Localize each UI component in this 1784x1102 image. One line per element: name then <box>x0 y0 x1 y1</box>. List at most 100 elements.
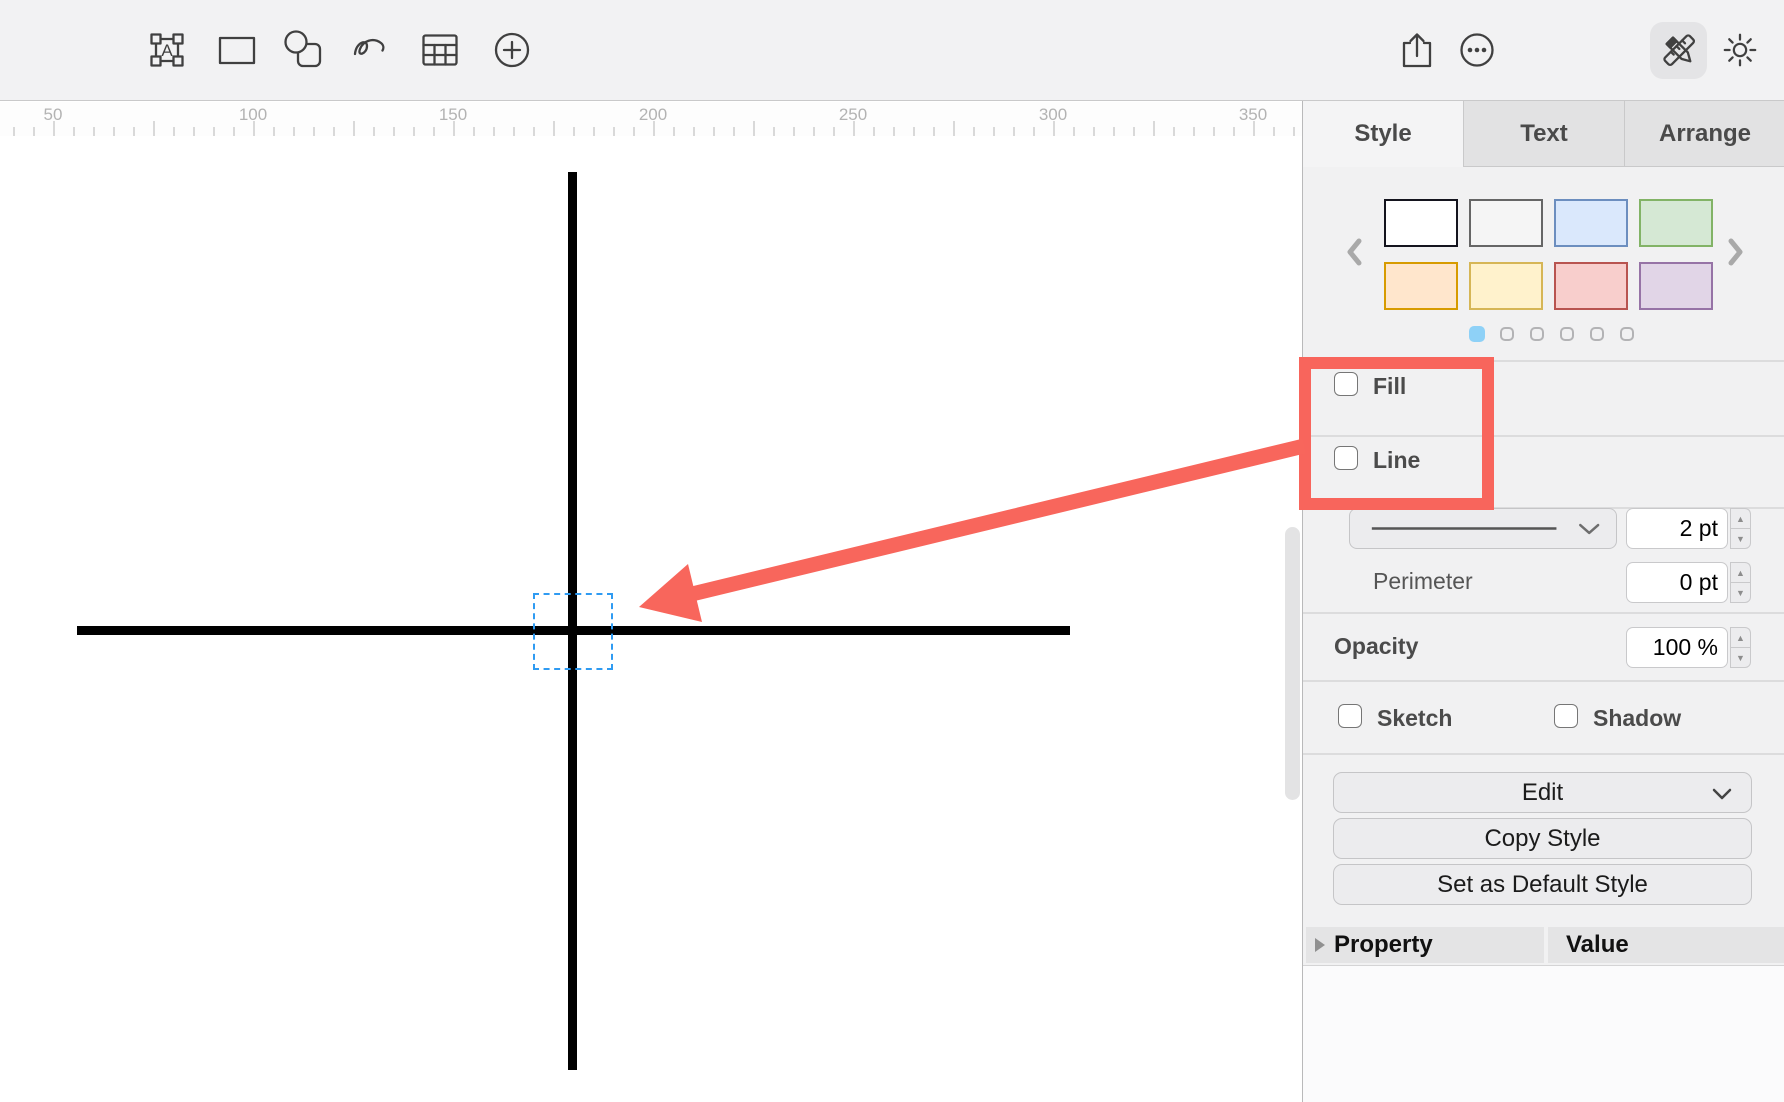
ruler-tick <box>573 127 575 136</box>
format-panel: Style Text Arrange Fill Line 2 pt ▲▼ <box>1302 101 1784 1102</box>
ruler-tick <box>1093 127 1095 136</box>
swatch-page-dot-2[interactable] <box>1500 327 1514 341</box>
ruler-tick <box>273 127 275 136</box>
ruler-tick <box>393 127 395 136</box>
ruler-tick <box>533 127 535 136</box>
ruler-tick <box>733 127 735 136</box>
svg-text:A: A <box>161 41 173 60</box>
style-swatch-blue[interactable] <box>1554 199 1628 247</box>
ruler-tick <box>1133 127 1135 136</box>
ruler-tick <box>73 127 75 136</box>
ruler-tick <box>913 127 915 136</box>
swatch-page-dot-3[interactable] <box>1530 327 1544 341</box>
properties-empty-area <box>1303 965 1784 1102</box>
line-width-stepper[interactable]: ▲▼ <box>1730 508 1751 549</box>
style-swatch-white[interactable] <box>1384 199 1458 247</box>
share-icon[interactable] <box>1397 30 1437 70</box>
style-swatch-gray[interactable] <box>1469 199 1543 247</box>
ruler-tick <box>33 127 35 136</box>
ruler-tick <box>233 127 235 136</box>
style-swatch-green[interactable] <box>1639 199 1713 247</box>
opacity-input[interactable]: 100 % <box>1626 627 1728 668</box>
ruler-tick <box>1233 127 1235 136</box>
opacity-label: Opacity <box>1334 633 1418 660</box>
swatch-next-icon[interactable] <box>1723 237 1747 267</box>
perimeter-label: Perimeter <box>1373 568 1473 595</box>
ruler-tick <box>513 127 515 136</box>
ruler-tick <box>1033 127 1035 136</box>
tab-text[interactable]: Text <box>1464 101 1625 167</box>
appearance-icon[interactable] <box>1720 30 1760 70</box>
ruler-tick <box>1073 127 1075 136</box>
ruler-tick <box>753 121 755 136</box>
ruler-tick <box>353 121 355 136</box>
ruler-tick <box>293 127 295 136</box>
swatch-page-dot-1[interactable] <box>1469 326 1485 342</box>
ruler-tick <box>793 127 795 136</box>
ruler-tick <box>193 127 195 136</box>
line-width-input[interactable]: 2 pt <box>1626 508 1728 549</box>
ruler-tick <box>893 127 895 136</box>
swatch-prev-icon[interactable] <box>1343 237 1367 267</box>
property-header[interactable]: Property <box>1306 927 1544 963</box>
shadow-checkbox[interactable] <box>1554 704 1578 728</box>
ruler-tick <box>993 127 995 136</box>
drawio-app: A <box>0 0 1784 1102</box>
ruler-label: 200 <box>639 105 667 125</box>
freehand-tool-icon[interactable] <box>350 30 390 70</box>
ruler-tick <box>493 127 495 136</box>
selection-box[interactable] <box>533 593 613 670</box>
top-toolbar: A <box>0 0 1784 101</box>
set-default-style-button[interactable]: Set as Default Style <box>1333 864 1752 905</box>
style-swatch-purple[interactable] <box>1639 262 1713 310</box>
ruler-tick <box>1153 121 1155 136</box>
ruler-tick <box>933 127 935 136</box>
ruler-tick <box>813 127 815 136</box>
style-swatch-yellow[interactable] <box>1469 262 1543 310</box>
ruler-tick <box>213 127 215 136</box>
ruler-tick <box>833 127 835 136</box>
add-shape-icon[interactable] <box>492 30 532 70</box>
opacity-stepper[interactable]: ▲▼ <box>1730 627 1751 668</box>
ruler-tick <box>693 127 695 136</box>
sketch-checkbox[interactable] <box>1338 704 1362 728</box>
ruler-tick <box>333 127 335 136</box>
format-panel-toggle-icon[interactable] <box>1659 30 1699 70</box>
swatch-page-dot-6[interactable] <box>1620 327 1634 341</box>
style-swatch-orange[interactable] <box>1384 262 1458 310</box>
style-swatch-red[interactable] <box>1554 262 1628 310</box>
tab-style[interactable]: Style <box>1303 101 1464 167</box>
ruler-tick <box>433 127 435 136</box>
perimeter-stepper[interactable]: ▲▼ <box>1730 562 1751 603</box>
drawing-canvas[interactable] <box>0 136 1302 1102</box>
ruler-label: 300 <box>1039 105 1067 125</box>
annotation-highlight-box <box>1299 357 1494 510</box>
ruler-tick <box>13 127 15 136</box>
ruler-tick <box>173 127 175 136</box>
tab-arrange[interactable]: Arrange <box>1625 101 1784 167</box>
ruler-tick <box>773 127 775 136</box>
line-style-select[interactable] <box>1349 508 1617 549</box>
table-tool-icon[interactable] <box>420 30 460 70</box>
ruler-tick <box>593 127 595 136</box>
ruler-tick <box>973 127 975 136</box>
perimeter-input[interactable]: 0 pt <box>1626 562 1728 603</box>
expand-properties-icon[interactable] <box>1315 938 1325 952</box>
more-options-icon[interactable] <box>1457 30 1497 70</box>
vertical-scrollbar[interactable] <box>1285 527 1300 800</box>
horizontal-ruler: 50100150200250300350 <box>0 102 1302 136</box>
swatch-page-dot-4[interactable] <box>1560 327 1574 341</box>
text-tool-icon[interactable]: A <box>147 30 187 70</box>
ruler-tick <box>633 127 635 136</box>
ruler-label: 150 <box>439 105 467 125</box>
ruler-label: 350 <box>1239 105 1267 125</box>
copy-style-button[interactable]: Copy Style <box>1333 818 1752 859</box>
format-tabs: Style Text Arrange <box>1303 101 1784 167</box>
shapes-tool-icon[interactable] <box>283 30 323 70</box>
ruler-tick <box>953 121 955 136</box>
ruler-tick <box>133 127 135 136</box>
rectangle-tool-icon[interactable] <box>217 30 257 70</box>
swatch-page-dot-5[interactable] <box>1590 327 1604 341</box>
ruler-tick <box>373 127 375 136</box>
edit-style-button[interactable]: Edit <box>1333 772 1752 813</box>
